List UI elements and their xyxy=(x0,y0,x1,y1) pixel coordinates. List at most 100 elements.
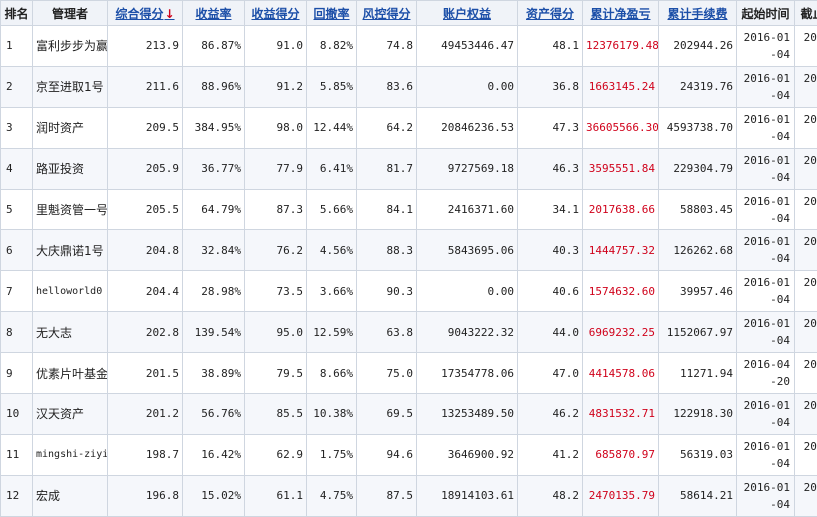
cell-start: 2016-01-04 xyxy=(737,230,795,271)
cell-net-pnl: 36605566.30 xyxy=(583,107,659,148)
cell-manager: 大庆鼎诺1号 xyxy=(33,230,108,271)
cell-fees: 11271.94 xyxy=(659,353,737,394)
cell-return-score: 91.0 xyxy=(245,26,307,67)
cell-end: 2016-08-18 xyxy=(795,312,817,353)
cell-risk-score: 81.7 xyxy=(357,148,417,189)
column-header-label: 起始时间 xyxy=(741,7,789,21)
cell-manager: 富利步步为赢 xyxy=(33,26,108,67)
cell-asset-score: 40.6 xyxy=(518,271,583,312)
cell-return-rate: 384.95% xyxy=(183,107,245,148)
cell-rank: 10 xyxy=(1,394,33,435)
cell-asset-score: 44.0 xyxy=(518,312,583,353)
table-row: 1富利步步为赢213.986.87%91.08.82%74.849453446.… xyxy=(1,26,817,67)
column-header-asset-score[interactable]: 资产得分 xyxy=(518,1,583,26)
cell-return-rate: 32.84% xyxy=(183,230,245,271)
cell-score: 201.2 xyxy=(108,394,183,435)
cell-drawdown: 10.38% xyxy=(307,394,357,435)
cell-asset-score: 46.2 xyxy=(518,394,583,435)
cell-net-pnl: 6969232.25 xyxy=(583,312,659,353)
cell-manager: 宏成 xyxy=(33,475,108,516)
cell-end: 2016-08-18 xyxy=(795,66,817,107)
cell-drawdown: 12.59% xyxy=(307,312,357,353)
cell-end: 2016-08-18 xyxy=(795,107,817,148)
cell-start: 2016-01-04 xyxy=(737,312,795,353)
cell-drawdown: 1.75% xyxy=(307,434,357,475)
column-header-risk-score[interactable]: 风控得分 xyxy=(357,1,417,26)
cell-equity: 0.00 xyxy=(417,271,518,312)
cell-fees: 24319.76 xyxy=(659,66,737,107)
cell-score: 205.9 xyxy=(108,148,183,189)
cell-manager: 无大志 xyxy=(33,312,108,353)
table-row: 8无大志202.8139.54%95.012.59%63.89043222.32… xyxy=(1,312,817,353)
cell-fees: 126262.68 xyxy=(659,230,737,271)
cell-risk-score: 64.2 xyxy=(357,107,417,148)
table-row: 11mingshi-ziyi198.716.42%62.91.75%94.636… xyxy=(1,434,817,475)
column-header-label: 回撤率 xyxy=(313,7,349,21)
column-header-label: 累计手续费 xyxy=(667,7,727,21)
cell-risk-score: 88.3 xyxy=(357,230,417,271)
cell-return-rate: 38.89% xyxy=(183,353,245,394)
cell-drawdown: 4.75% xyxy=(307,475,357,516)
cell-risk-score: 94.6 xyxy=(357,434,417,475)
cell-return-score: 85.5 xyxy=(245,394,307,435)
cell-equity: 49453446.47 xyxy=(417,26,518,67)
cell-fees: 202944.26 xyxy=(659,26,737,67)
column-header-label: 排名 xyxy=(4,7,28,21)
column-header-return-rate[interactable]: 收益率 xyxy=(183,1,245,26)
cell-drawdown: 4.56% xyxy=(307,230,357,271)
cell-equity: 13253489.50 xyxy=(417,394,518,435)
cell-return-rate: 36.77% xyxy=(183,148,245,189)
cell-net-pnl: 12376179.48 xyxy=(583,26,659,67)
cell-start: 2016-01-04 xyxy=(737,394,795,435)
column-header-equity[interactable]: 账户权益 xyxy=(417,1,518,26)
cell-net-pnl: 1574632.60 xyxy=(583,271,659,312)
column-header-start: 起始时间 xyxy=(737,1,795,26)
cell-end: 2016-08-18 xyxy=(795,394,817,435)
cell-return-rate: 56.76% xyxy=(183,394,245,435)
cell-start: 2016-01-04 xyxy=(737,189,795,230)
cell-rank: 3 xyxy=(1,107,33,148)
cell-fees: 229304.79 xyxy=(659,148,737,189)
cell-start: 2016-01-04 xyxy=(737,66,795,107)
cell-drawdown: 8.66% xyxy=(307,353,357,394)
cell-asset-score: 41.2 xyxy=(518,434,583,475)
cell-score: 196.8 xyxy=(108,475,183,516)
cell-fees: 58614.21 xyxy=(659,475,737,516)
cell-start: 2016-01-04 xyxy=(737,107,795,148)
cell-asset-score: 47.3 xyxy=(518,107,583,148)
cell-return-score: 91.2 xyxy=(245,66,307,107)
cell-fees: 122918.30 xyxy=(659,394,737,435)
cell-equity: 5843695.06 xyxy=(417,230,518,271)
cell-drawdown: 3.66% xyxy=(307,271,357,312)
table-row: 9优素片叶基金201.538.89%79.58.66%75.017354778.… xyxy=(1,353,817,394)
column-header-label: 管理者 xyxy=(52,7,88,21)
cell-manager: 润时资产 xyxy=(33,107,108,148)
cell-end: 2016-08-18 xyxy=(795,189,817,230)
cell-rank: 8 xyxy=(1,312,33,353)
cell-rank: 11 xyxy=(1,434,33,475)
table-row: 3润时资产209.5384.95%98.012.44%64.220846236.… xyxy=(1,107,817,148)
column-header-label: 截止时间 xyxy=(800,7,817,21)
column-header-net-pnl[interactable]: 累计净盈亏 xyxy=(583,1,659,26)
cell-end: 2016-08-18 xyxy=(795,148,817,189)
cell-risk-score: 75.0 xyxy=(357,353,417,394)
cell-return-rate: 15.02% xyxy=(183,475,245,516)
cell-end: 2016-08-18 xyxy=(795,434,817,475)
table-row: 2京至进取1号211.688.96%91.25.85%83.60.0036.81… xyxy=(1,66,817,107)
cell-manager: 汉天资产 xyxy=(33,394,108,435)
cell-risk-score: 90.3 xyxy=(357,271,417,312)
cell-net-pnl: 1663145.24 xyxy=(583,66,659,107)
column-header-score[interactable]: 综合得分↓ xyxy=(108,1,183,26)
column-header-fees[interactable]: 累计手续费 xyxy=(659,1,737,26)
cell-score: 201.5 xyxy=(108,353,183,394)
cell-return-score: 76.2 xyxy=(245,230,307,271)
column-header-drawdown[interactable]: 回撤率 xyxy=(307,1,357,26)
cell-end: 2016-03-28 xyxy=(795,230,817,271)
cell-manager: 里魁资管一号 xyxy=(33,189,108,230)
cell-end: 2016-08-18 xyxy=(795,271,817,312)
column-header-return-score[interactable]: 收益得分 xyxy=(245,1,307,26)
cell-manager: mingshi-ziyi xyxy=(33,434,108,475)
column-header-label: 综合得分 xyxy=(115,7,163,21)
cell-drawdown: 6.41% xyxy=(307,148,357,189)
arrow-down-icon[interactable]: ↓ xyxy=(164,7,174,21)
